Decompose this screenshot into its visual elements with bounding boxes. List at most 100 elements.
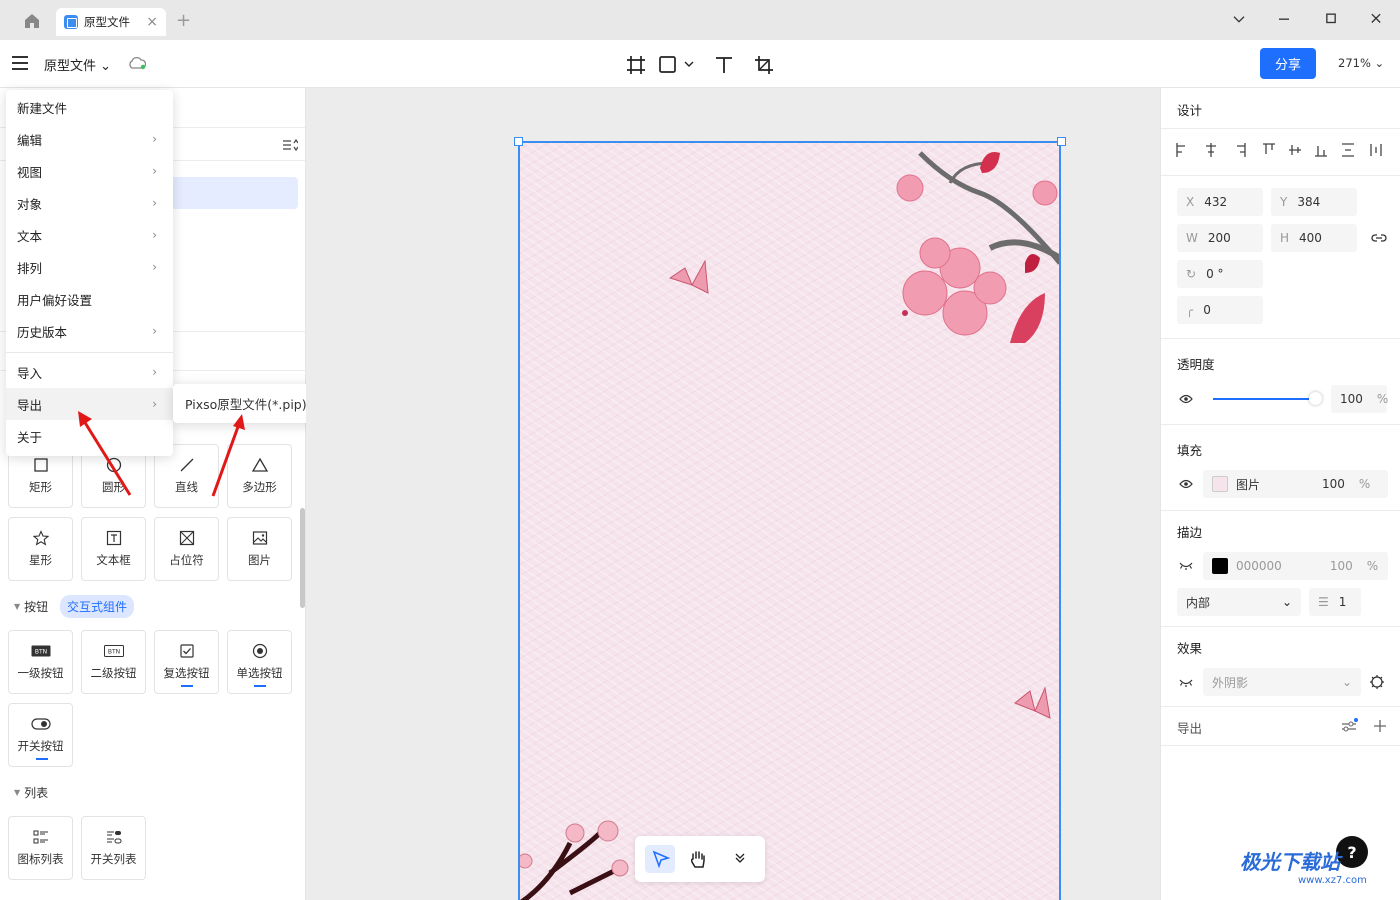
crop-tool-icon[interactable] [753, 54, 775, 76]
annotation-arrow [78, 411, 132, 496]
menu-item-new-file[interactable]: 新建文件 [6, 91, 173, 123]
component-label: 图标列表 [17, 852, 64, 866]
w-value: 200 [1207, 231, 1231, 245]
resize-handle[interactable] [514, 137, 523, 146]
help-button[interactable]: ? [1336, 836, 1368, 868]
share-button[interactable]: 分享 [1260, 48, 1316, 79]
component-text-box[interactable]: 文本框 [81, 517, 146, 581]
resize-handle[interactable] [1057, 137, 1066, 146]
opacity-value: 100 [1340, 392, 1363, 406]
chevron-down-icon[interactable] [1227, 10, 1251, 30]
image-fill-swatch[interactable] [1212, 476, 1228, 492]
chevron-right-icon: › [152, 260, 157, 274]
chevron-right-icon: › [152, 324, 157, 338]
export-settings-icon[interactable] [1341, 718, 1359, 734]
stroke-color-swatch[interactable] [1212, 558, 1228, 574]
selected-frame[interactable] [518, 141, 1061, 900]
main-menu: 新建文件 编辑 › 视图 › 对象 › 文本 › 排列 › 用户偏好设置 历史版本 › 导入… [6, 90, 173, 456]
menu-item-arrange[interactable]: 排列 › [6, 251, 173, 283]
section-buttons[interactable]: ▼ 按钮 [14, 598, 48, 615]
stroke-position: 内部 [1186, 595, 1211, 610]
component-star[interactable]: 星形 [8, 517, 73, 581]
maximize-icon[interactable] [1319, 10, 1343, 30]
pointer-tool-icon[interactable] [652, 850, 670, 868]
opacity-slider-thumb[interactable] [1309, 392, 1322, 405]
eye-hidden-icon[interactable] [1179, 560, 1193, 570]
home-icon[interactable] [22, 11, 42, 31]
chevrons-down-icon[interactable] [734, 852, 746, 864]
component-secondary-button[interactable]: BTN 二级按钮 [81, 630, 146, 694]
alignment-icons[interactable] [1175, 142, 1383, 158]
component-placeholder[interactable]: 占位符 [154, 517, 219, 581]
interactive-components-badge[interactable]: 交互式组件 [60, 595, 135, 618]
component-label: 单选按钮 [236, 666, 283, 680]
btn-outline-icon: BTN [103, 645, 124, 657]
h-field[interactable]: H 400 [1271, 224, 1357, 252]
canvas[interactable] [306, 88, 1160, 900]
minimize-icon[interactable] [1272, 10, 1296, 30]
hamburger-menu-icon[interactable] [12, 56, 28, 70]
zoom-dropdown[interactable]: 271% ⌄ [1338, 56, 1384, 70]
eye-icon[interactable] [1179, 394, 1193, 404]
menu-item-label: 编辑 [17, 132, 43, 148]
component-label: 一级按钮 [17, 666, 64, 680]
effect-select[interactable]: 外阴影 ⌄ [1203, 668, 1361, 696]
menu-item-object[interactable]: 对象 › [6, 187, 173, 219]
add-export-icon[interactable] [1373, 719, 1387, 733]
right-panel-design: 设计 X 432 Y 384 W 200 H 400 ↻ 0 ° ╭ 0 透明度 100% … [1160, 88, 1400, 900]
effect-settings-icon[interactable] [1369, 674, 1385, 690]
menu-item-label: 关于 [17, 429, 43, 445]
file-name-dropdown[interactable]: 原型文件 ⌄ [44, 55, 111, 74]
frame-tool-icon[interactable] [625, 54, 647, 76]
menu-item-import[interactable]: 导入 › [6, 356, 173, 388]
layer-sort-icon[interactable] [282, 138, 298, 152]
rectangle-icon [33, 458, 48, 472]
text-tool-icon[interactable] [713, 54, 735, 76]
rotation-field[interactable]: ↻ 0 ° [1177, 260, 1263, 288]
section-lists[interactable]: ▼ 列表 [14, 784, 48, 801]
constrain-proportions-icon[interactable] [1371, 232, 1387, 244]
component-icon-list[interactable]: 图标列表 [8, 816, 73, 880]
selected-layer-row[interactable] [170, 177, 298, 209]
component-label: 占位符 [169, 553, 204, 567]
y-field[interactable]: Y 384 [1271, 188, 1357, 216]
menu-item-label: 视图 [17, 164, 43, 180]
left-panel-scrollbar[interactable] [300, 508, 305, 608]
radius-value: 0 [1203, 303, 1211, 317]
stroke-title: 描边 [1177, 525, 1203, 540]
tab-prototype-file[interactable]: 原型文件 × [56, 8, 166, 36]
x-field[interactable]: X 432 [1177, 188, 1263, 216]
w-field[interactable]: W 200 [1177, 224, 1263, 252]
corner-radius-icon: ╭ [1186, 303, 1194, 317]
line-icon [180, 458, 193, 472]
rectangle-tool-dropdown-icon[interactable] [683, 60, 695, 70]
stroke-width-field[interactable]: ☰ 1 [1309, 588, 1361, 616]
menu-item-history[interactable]: 历史版本 › [6, 315, 173, 347]
opacity-field[interactable]: 100% [1331, 385, 1388, 413]
rectangle-tool-icon[interactable] [657, 54, 679, 76]
stroke-field[interactable]: 000000 100 % [1203, 552, 1388, 580]
menu-item-edit[interactable]: 编辑 › [6, 123, 173, 155]
chevron-right-icon: › [152, 365, 157, 379]
eye-hidden-icon[interactable] [1179, 677, 1193, 687]
component-toggle-list[interactable]: 开关列表 [81, 816, 146, 880]
tab-close-icon[interactable]: × [146, 14, 158, 30]
eye-icon[interactable] [1179, 479, 1193, 489]
menu-item-preferences[interactable]: 用户偏好设置 [6, 283, 173, 315]
component-primary-button[interactable]: BTN 一级按钮 [8, 630, 73, 694]
component-label: 二级按钮 [90, 666, 137, 680]
menu-item-text[interactable]: 文本 › [6, 219, 173, 251]
new-tab-button[interactable]: + [176, 10, 191, 31]
component-image[interactable]: 图片 [227, 517, 292, 581]
hand-tool-icon[interactable] [688, 849, 708, 869]
opacity-slider-track[interactable] [1213, 398, 1315, 400]
h-value: 400 [1299, 231, 1322, 245]
component-label: 直线 [175, 480, 198, 494]
menu-item-view[interactable]: 视图 › [6, 155, 173, 187]
fill-field[interactable]: 图片 100 % [1203, 470, 1388, 498]
menu-item-label: 排列 [17, 260, 43, 276]
component-label: 复选按钮 [163, 666, 210, 680]
corner-radius-field[interactable]: ╭ 0 [1177, 296, 1263, 324]
close-icon[interactable] [1364, 10, 1388, 30]
stroke-position-select[interactable]: 内部 ⌄ [1177, 588, 1301, 616]
